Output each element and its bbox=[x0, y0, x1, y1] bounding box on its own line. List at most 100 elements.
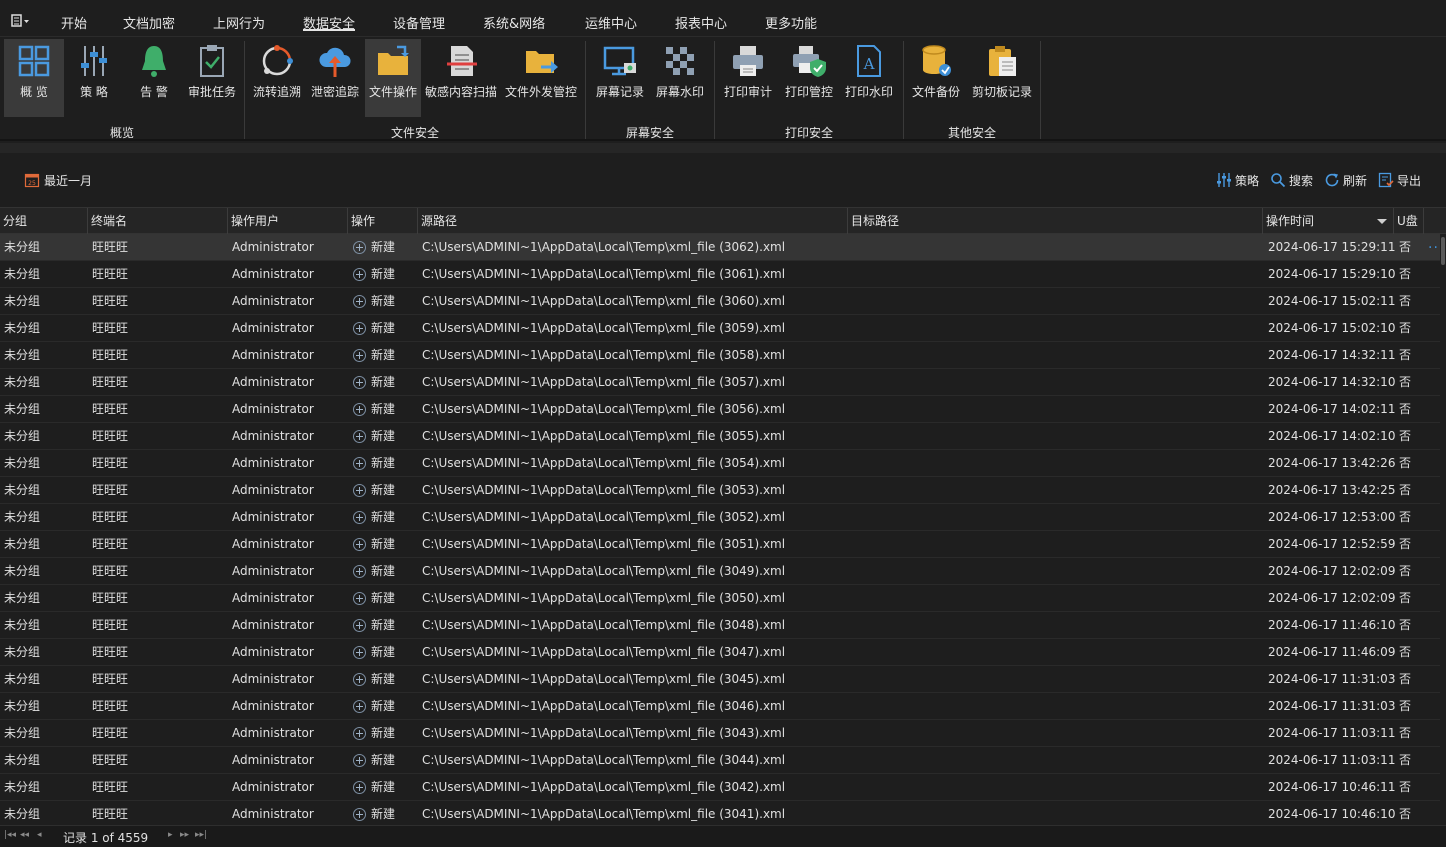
table-row[interactable]: 未分组 旺旺旺 Administrator 新建 C:\Users\ADMINI~1\A… bbox=[0, 558, 1440, 585]
table-row[interactable]: 未分组 旺旺旺 Administrator 新建 C:\Users\ADMINI~1\A… bbox=[0, 288, 1440, 315]
column-header-usb[interactable]: U盘 bbox=[1394, 208, 1424, 235]
ribbon-policy-button[interactable]: 策 略 bbox=[64, 39, 124, 117]
next-page-group-icon[interactable]: ▸▸ bbox=[180, 830, 189, 840]
menu-tab-ops-center[interactable]: 运维中心 bbox=[585, 13, 637, 32]
cell-time: 2024-06-17 12:02:09 bbox=[1268, 591, 1396, 605]
cell-operation: 新建 bbox=[371, 618, 396, 632]
prev-page-group-icon[interactable]: ◂◂ bbox=[20, 830, 29, 840]
ribbon-print-control-button[interactable]: 打印管控 bbox=[780, 39, 838, 117]
ribbon-overview-button[interactable]: 概 览 bbox=[4, 39, 64, 117]
cell-operation: 新建 bbox=[371, 402, 396, 416]
cell-source-path: C:\Users\ADMINI~1\AppData\Local\Temp\xml… bbox=[422, 564, 786, 578]
column-header-target-path[interactable]: 目标路径 bbox=[848, 208, 1263, 235]
cell-usb: 否 bbox=[1399, 645, 1412, 659]
vertical-scrollbar[interactable] bbox=[1440, 235, 1446, 825]
table-row[interactable]: 未分组 旺旺旺 Administrator 新建 C:\Users\ADMINI~1\A… bbox=[0, 504, 1440, 531]
ribbon-clipboard-button[interactable]: 剪切板记录 bbox=[967, 39, 1037, 117]
menu-tab-report-center[interactable]: 报表中心 bbox=[675, 13, 727, 32]
ribbon-approval-button[interactable]: 审批任务 bbox=[184, 39, 240, 117]
table-row[interactable]: 未分组 旺旺旺 Administrator 新建 C:\Users\ADMINI~1\A… bbox=[0, 666, 1440, 693]
cell-operation: 新建 bbox=[371, 807, 396, 821]
ribbon-separator bbox=[585, 41, 586, 139]
table-row[interactable]: 未分组 旺旺旺 Administrator 新建 C:\Users\ADMINI~1\A… bbox=[0, 720, 1440, 747]
cell-user: Administrator bbox=[232, 456, 314, 470]
export-button[interactable]: 导出 bbox=[1378, 171, 1421, 189]
menu-tab-data-security[interactable]: 数据安全 bbox=[303, 13, 356, 32]
scrollbar-thumb[interactable] bbox=[1441, 237, 1445, 265]
first-page-icon[interactable]: |◂◂ bbox=[4, 830, 16, 840]
table-row[interactable]: 未分组 旺旺旺 Administrator 新建 C:\Users\ADMINI~1\A… bbox=[0, 747, 1440, 774]
column-header-source-path[interactable]: 源路径 bbox=[418, 208, 848, 235]
cell-usb: 否 bbox=[1399, 699, 1412, 713]
column-header-user[interactable]: 操作用户 bbox=[228, 208, 348, 235]
database-backup-icon bbox=[922, 45, 951, 76]
ribbon-alert-button[interactable]: 告 警 bbox=[124, 39, 184, 117]
search-button[interactable]: 搜索 bbox=[1270, 171, 1313, 189]
table-row[interactable]: 未分组 旺旺旺 Administrator 新建 C:\Users\ADMINI~1\A… bbox=[0, 234, 1440, 261]
cell-usb: 否 bbox=[1399, 564, 1412, 578]
cell-source-path: C:\Users\ADMINI~1\AppData\Local\Temp\xml… bbox=[422, 510, 786, 524]
cell-terminal: 旺旺旺 bbox=[92, 321, 129, 335]
column-header-group[interactable]: 分组 bbox=[0, 208, 88, 235]
table-row[interactable]: 未分组 旺旺旺 Administrator 新建 C:\Users\ADMINI~1\A… bbox=[0, 639, 1440, 666]
ribbon-print-audit-button[interactable]: 打印审计 bbox=[719, 39, 777, 117]
table-row[interactable]: 未分组 旺旺旺 Administrator 新建 C:\Users\ADMINI~1\A… bbox=[0, 477, 1440, 504]
cell-group: 未分组 bbox=[4, 510, 41, 524]
ribbon-screen-watermark-button[interactable]: 屏幕水印 bbox=[651, 39, 709, 117]
cell-user: Administrator bbox=[232, 483, 314, 497]
prev-record-icon[interactable]: ◂ bbox=[37, 830, 42, 840]
menu-tab-start[interactable]: 开始 bbox=[61, 13, 87, 32]
ribbon-file-op-button[interactable]: 文件操作 bbox=[365, 39, 421, 117]
ribbon-print-watermark-button[interactable]: A 打印水印 bbox=[840, 39, 898, 117]
table-row[interactable]: 未分组 旺旺旺 Administrator 新建 C:\Users\ADMINI~1\A… bbox=[0, 342, 1440, 369]
menu-tab-web-behavior[interactable]: 上网行为 bbox=[213, 13, 265, 32]
grid-header: 分组 终端名 操作用户 操作 源路径 目标路径 操作时间 U盘 bbox=[0, 207, 1446, 235]
menu-bar: 开始 文档加密 上网行为 数据安全 设备管理 系统&网络 运维中心 报表中心 更… bbox=[0, 5, 1446, 37]
table-row[interactable]: 未分组 旺旺旺 Administrator 新建 C:\Users\ADMINI~1\A… bbox=[0, 531, 1440, 558]
ribbon-leak-track-button[interactable]: 泄密追踪 bbox=[307, 39, 363, 117]
next-record-icon[interactable]: ▸ bbox=[168, 830, 173, 840]
cell-operation: 新建 bbox=[371, 294, 396, 308]
refresh-button[interactable]: 刷新 bbox=[1324, 171, 1367, 189]
table-row[interactable]: 未分组 旺旺旺 Administrator 新建 C:\Users\ADMINI~1\A… bbox=[0, 693, 1440, 720]
cell-operation: 新建 bbox=[371, 591, 396, 605]
cell-time: 2024-06-17 14:02:11 bbox=[1268, 402, 1396, 416]
menu-tab-system-network[interactable]: 系统&网络 bbox=[483, 13, 545, 32]
table-row[interactable]: 未分组 旺旺旺 Administrator 新建 C:\Users\ADMINI~1\A… bbox=[0, 423, 1440, 450]
ribbon-sensitive-scan-button[interactable]: 敏感内容扫描 bbox=[423, 39, 499, 117]
table-row[interactable]: 未分组 旺旺旺 Administrator 新建 C:\Users\ADMINI~1\A… bbox=[0, 801, 1440, 825]
table-row[interactable]: 未分组 旺旺旺 Administrator 新建 C:\Users\ADMINI~1\A… bbox=[0, 585, 1440, 612]
table-row[interactable]: 未分组 旺旺旺 Administrator 新建 C:\Users\ADMINI~1\A… bbox=[0, 396, 1440, 423]
cell-operation: 新建 bbox=[371, 699, 396, 713]
column-header-terminal[interactable]: 终端名 bbox=[88, 208, 228, 235]
menu-tab-doc-encrypt[interactable]: 文档加密 bbox=[123, 13, 175, 32]
menu-tab-device-mgmt[interactable]: 设备管理 bbox=[393, 13, 445, 32]
cell-group: 未分组 bbox=[4, 537, 41, 551]
column-header-operation[interactable]: 操作 bbox=[348, 208, 418, 235]
ribbon-file-backup-button[interactable]: 文件备份 bbox=[908, 39, 964, 117]
table-row[interactable]: 未分组 旺旺旺 Administrator 新建 C:\Users\ADMINI~1\A… bbox=[0, 612, 1440, 639]
cell-user: Administrator bbox=[232, 753, 314, 767]
list-menu-icon[interactable] bbox=[10, 13, 34, 29]
cell-source-path: C:\Users\ADMINI~1\AppData\Local\Temp\xml… bbox=[422, 348, 786, 362]
table-row[interactable]: 未分组 旺旺旺 Administrator 新建 C:\Users\ADMINI~1\A… bbox=[0, 315, 1440, 342]
cell-time: 2024-06-17 14:32:11 bbox=[1268, 348, 1396, 362]
table-row[interactable]: 未分组 旺旺旺 Administrator 新建 C:\Users\ADMINI~1\A… bbox=[0, 369, 1440, 396]
table-row[interactable]: 未分组 旺旺旺 Administrator 新建 C:\Users\ADMINI~1\A… bbox=[0, 450, 1440, 477]
ribbon-label: 流转追溯 bbox=[252, 85, 301, 99]
menu-tab-more[interactable]: 更多功能 bbox=[765, 13, 817, 32]
sort-desc-icon[interactable] bbox=[1377, 219, 1387, 224]
policy-button[interactable]: 策略 bbox=[1216, 171, 1259, 189]
ribbon-separator bbox=[244, 41, 245, 139]
cell-user: Administrator bbox=[232, 672, 314, 686]
last-page-icon[interactable]: ▸▸| bbox=[195, 830, 207, 840]
table-row[interactable]: 未分组 旺旺旺 Administrator 新建 C:\Users\ADMINI~1\A… bbox=[0, 261, 1440, 288]
date-range-label: 最近一月 bbox=[44, 173, 93, 188]
date-range-filter[interactable]: 25 最近一月 bbox=[24, 171, 92, 189]
ribbon-file-outgoing-button[interactable]: 文件外发管控 bbox=[503, 39, 579, 117]
table-row[interactable]: 未分组 旺旺旺 Administrator 新建 C:\Users\ADMINI~1\A… bbox=[0, 774, 1440, 801]
document-scan-icon bbox=[447, 46, 477, 76]
ribbon-flow-trace-button[interactable]: 流转追溯 bbox=[249, 39, 305, 117]
column-header-time[interactable]: 操作时间 bbox=[1263, 208, 1394, 235]
ribbon-screen-record-button[interactable]: 屏幕记录 bbox=[591, 39, 649, 117]
